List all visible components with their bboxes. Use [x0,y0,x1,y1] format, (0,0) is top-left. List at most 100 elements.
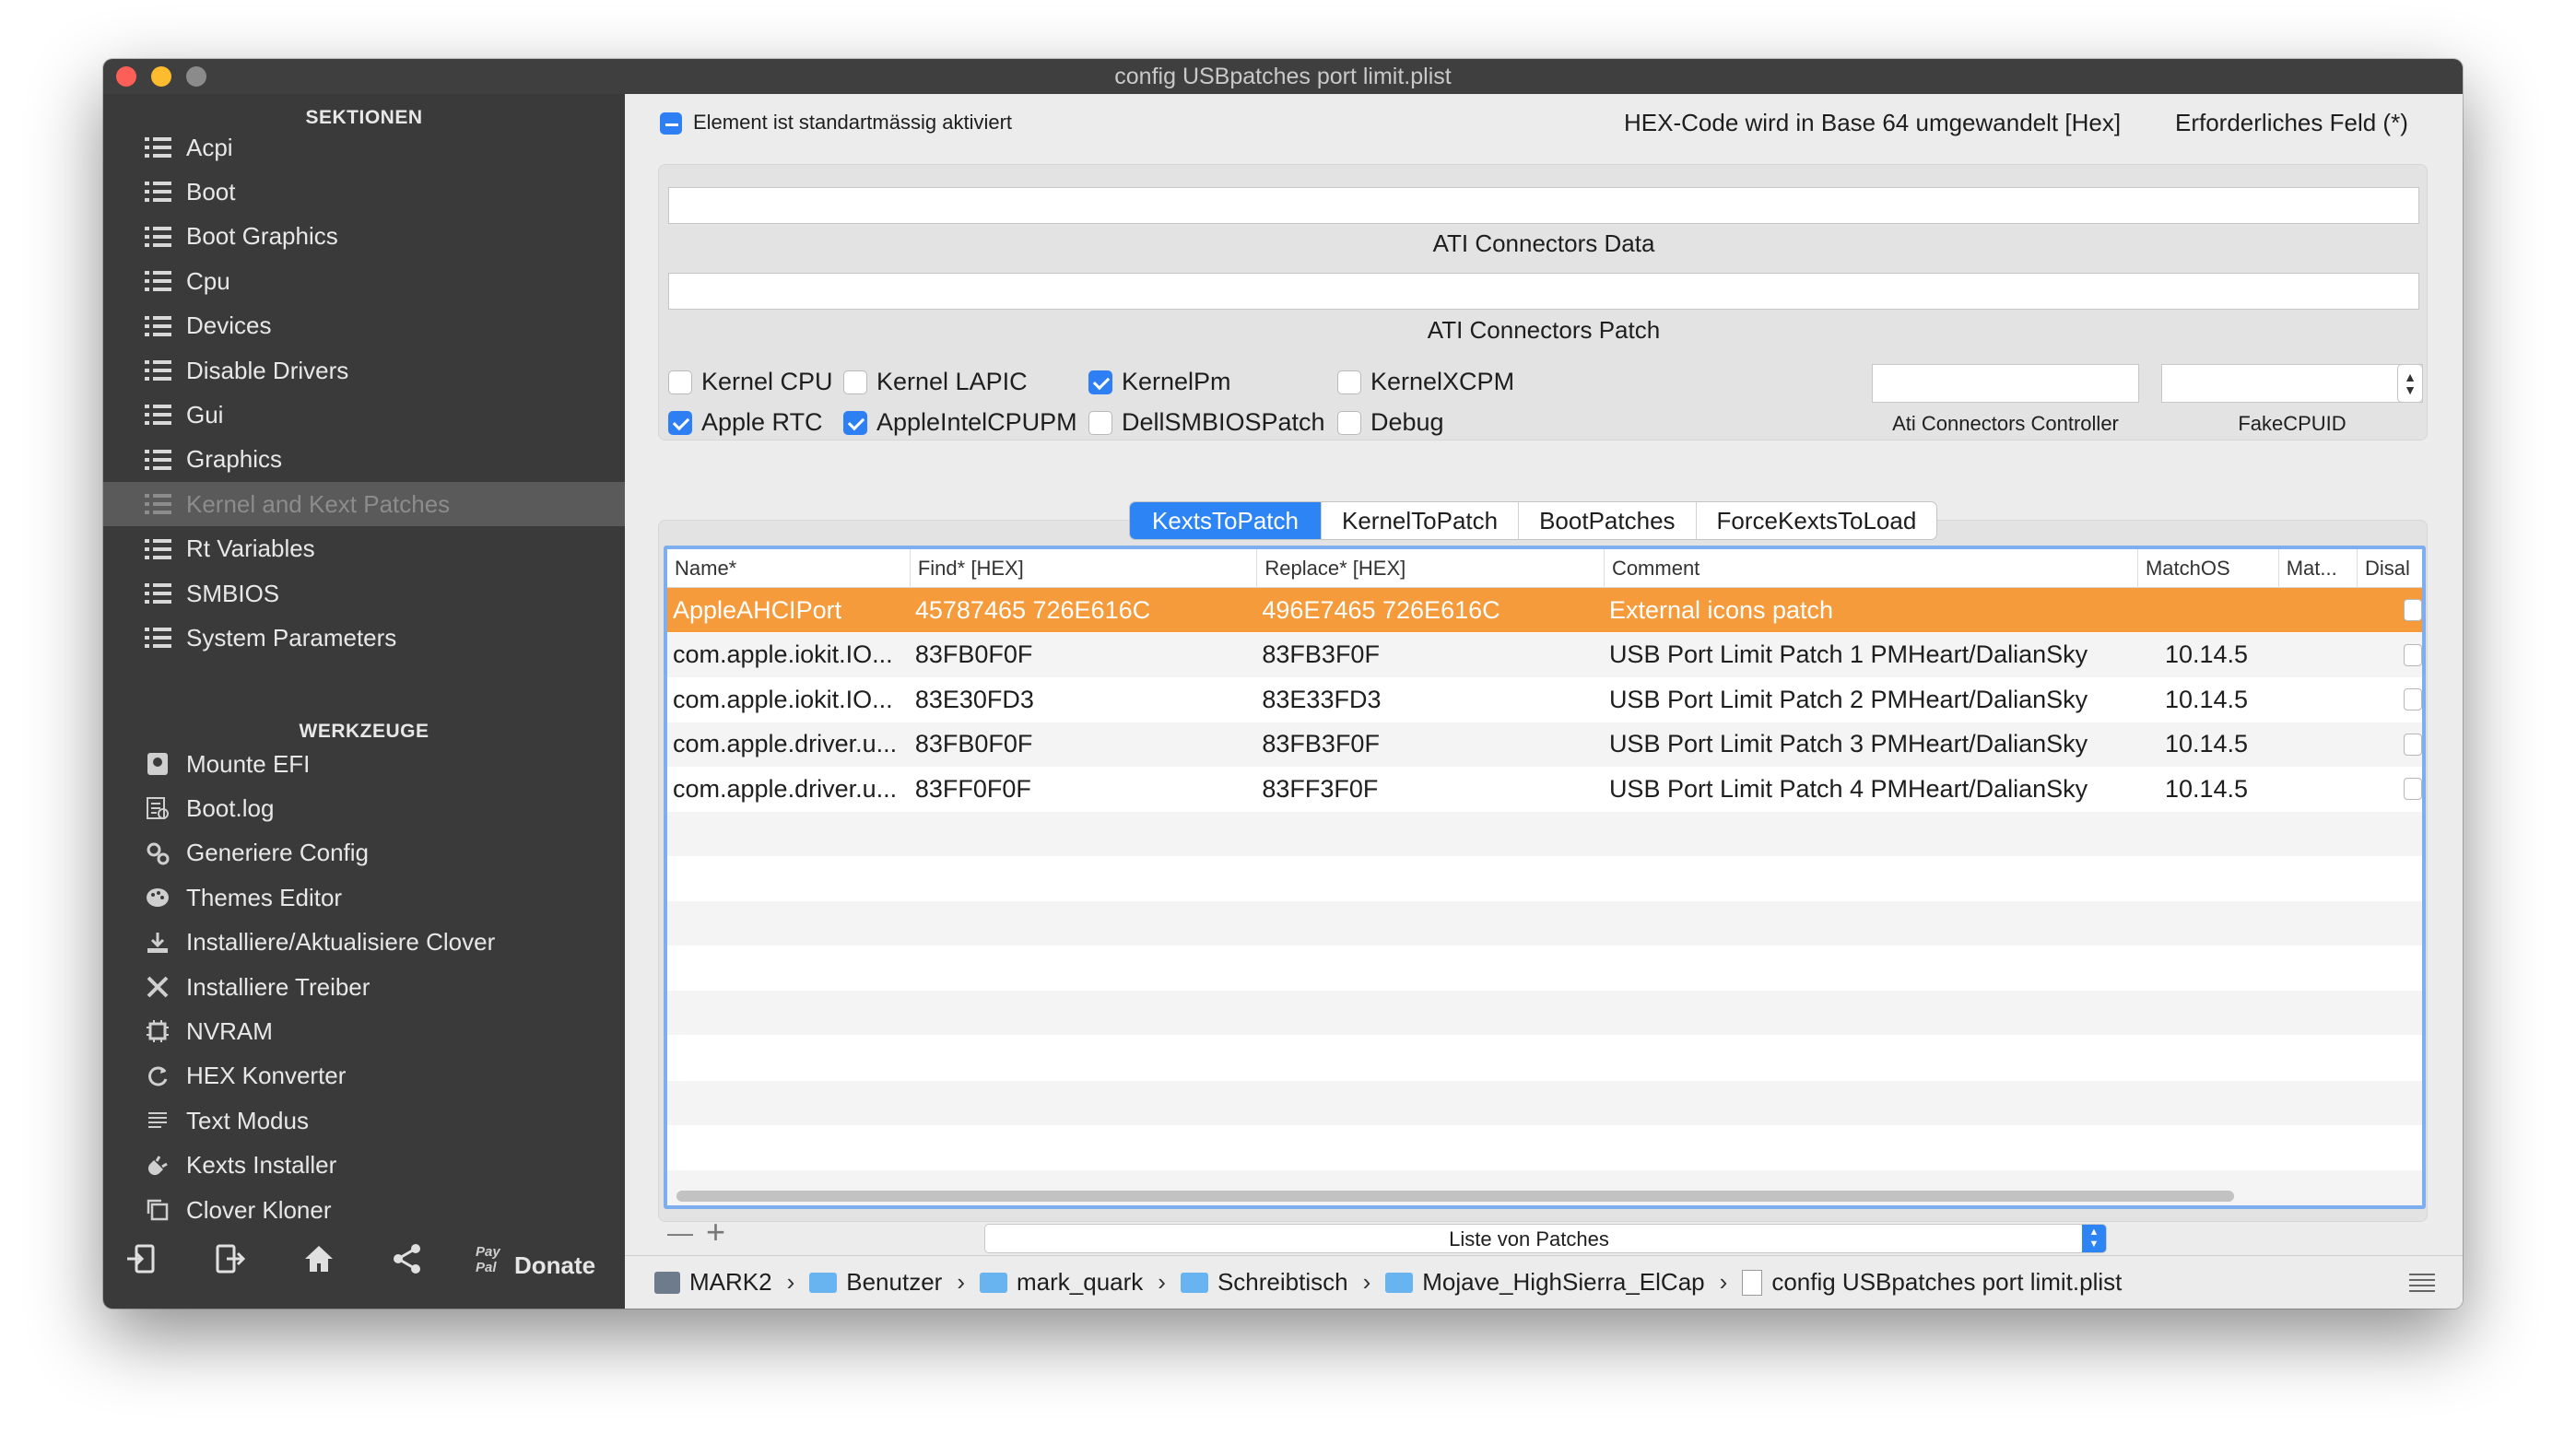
tool-item-label: Generiere Config [186,839,369,867]
horizontal-scrollbar[interactable] [676,1191,2234,1202]
sidebar-item-devices[interactable]: Devices [103,304,625,348]
disable-checkbox[interactable] [2404,599,2422,621]
path-segment-label: Benutzer [846,1268,943,1296]
path-segment[interactable]: MARK2 [654,1268,772,1297]
tool-item-installiere-aktualisiere-clover[interactable]: Installiere/Aktualisiere Clover [103,921,625,965]
tab-forcekextstoload[interactable]: ForceKextsToLoad [1695,502,1937,539]
checkbox-box[interactable] [843,410,867,435]
table-row[interactable]: com.apple.iokit.IO... 83FB0F0F 83FB3F0F USB… [667,632,2422,677]
column-header[interactable]: Name* [667,549,910,588]
checkbox-box[interactable] [1088,370,1112,394]
hex-note: HEX-Code wird in Base 64 umgewandelt [He… [1624,109,2122,136]
close-button[interactable] [116,66,136,87]
column-header[interactable]: MatchOS [2136,549,2278,588]
sidebar-item-gui[interactable]: Gui [103,393,625,437]
checkbox-box[interactable] [1088,410,1112,435]
tool-item-boot-log[interactable]: Boot.log [103,786,625,830]
disable-checkbox[interactable] [2404,643,2422,666]
patch-list-select[interactable]: Liste von Patches ▲ ▼ [984,1224,2107,1253]
path-segment[interactable]: Schreibtisch [1180,1268,1348,1297]
path-segment[interactable]: Mojave_HighSierra_ElCap [1385,1268,1705,1297]
checkbox-kernel-cpu[interactable]: Kernel CPU [668,368,833,396]
sidebar-item-kernel-and-kext-patches[interactable]: Kernel and Kext Patches [103,482,625,527]
fakecpuid-stepper[interactable]: ▲ ▼ [2397,364,2423,403]
ati-connectors-controller-input[interactable] [1872,364,2139,403]
sidebar-item-acpi[interactable]: Acpi [103,125,625,170]
sidebar-item-disable-drivers[interactable]: Disable Drivers [103,348,625,393]
tool-item-hex-konverter[interactable]: HEX Konverter [103,1054,625,1098]
checkbox-kernelxcpm[interactable]: KernelXCPM [1337,368,1514,396]
tool-item-nvram[interactable]: NVRAM [103,1009,625,1053]
tool-item-mounte-efi[interactable]: Mounte EFI [103,742,625,786]
column-header[interactable]: Mat... [2277,549,2357,588]
table-row[interactable]: com.apple.driver.u... 83FF0F0F 83FF3F0F USB… [667,767,2422,811]
home-icon[interactable] [302,1242,335,1284]
tool-item-text-modus[interactable]: Text Modus [103,1098,625,1143]
download-icon [142,929,173,957]
path-segment[interactable]: Benutzer [809,1268,942,1297]
column-header[interactable]: Comment [1603,549,2137,588]
checkbox-debug[interactable]: Debug [1337,408,1444,437]
window-title: config USBpatches port limit.plist [1114,63,1452,89]
sidebar-item-cpu[interactable]: Cpu [103,259,625,303]
sidebar-item-boot[interactable]: Boot [103,170,625,214]
fakecpuid-label: FakeCPUID [2238,412,2346,435]
sidebar-item-graphics[interactable]: Graphics [103,438,625,482]
tab-kextstopatch[interactable]: KextsToPatch [1130,502,1321,539]
checkbox-box[interactable] [1337,410,1361,435]
share-icon[interactable] [391,1242,424,1284]
add-button[interactable]: + [706,1213,725,1251]
checkbox-box[interactable] [1337,370,1361,394]
checkbox-apple-rtc[interactable]: Apple RTC [668,408,823,437]
tab-kerneltopatch[interactable]: KernelToPatch [1320,502,1518,539]
disk-icon [142,750,173,778]
chevron-down-icon: ▼ [2404,382,2417,397]
cell-name: com.apple.driver.u... [673,730,898,758]
checkbox-appleintelcpupm[interactable]: AppleIntelCPUPM [843,408,1077,437]
disable-checkbox[interactable] [2404,688,2422,711]
disable-checkbox[interactable] [2404,733,2422,756]
sidebar-item-smbios[interactable]: SMBIOS [103,571,625,616]
patch-list-select-label: Liste von Patches [1449,1227,1609,1251]
paypal-icon[interactable]: Pay Pal [476,1244,512,1275]
donate-button[interactable]: Donate [514,1251,595,1280]
minimize-button[interactable] [151,66,171,87]
path-bar-menu-icon[interactable] [2409,1274,2435,1292]
chevron-right-icon: › [1719,1268,1728,1296]
ati-connectors-patch-input[interactable] [668,273,2419,310]
import-icon[interactable] [125,1242,159,1284]
disable-checkbox[interactable] [2404,778,2422,801]
tool-item-installiere-treiber[interactable]: Installiere Treiber [103,965,625,1009]
table-row[interactable]: com.apple.driver.u... 83FB0F0F 83FB3F0F USB… [667,722,2422,767]
zoom-button[interactable] [186,66,206,87]
checkbox-kernel-lapic[interactable]: Kernel LAPIC [843,368,1028,396]
column-header[interactable]: Find* [HEX] [909,549,1257,588]
sidebar-item-system-parameters[interactable]: System Parameters [103,616,625,660]
tool-item-themes-editor[interactable]: Themes Editor [103,875,625,920]
sidebar-item-boot-graphics[interactable]: Boot Graphics [103,215,625,259]
table-row[interactable]: AppleAHCIPort 45787465 726E616C 496E7465 7… [667,588,2422,632]
default-enabled-checkbox[interactable] [660,112,682,135]
column-header[interactable]: Disal [2356,549,2422,588]
checkbox-kernelpm[interactable]: KernelPm [1088,368,1231,396]
checkbox-box[interactable] [668,410,692,435]
tools-header: WERKZEUGE [299,721,429,742]
checkbox-dellsmbiospatch[interactable]: DellSMBIOSPatch [1088,408,1325,437]
remove-button[interactable]: — [667,1218,693,1248]
export-icon[interactable] [214,1242,247,1284]
chip-icon [142,1017,173,1045]
tool-item-kexts-installer[interactable]: Kexts Installer [103,1144,625,1188]
path-segment[interactable]: mark_quark [980,1268,1143,1297]
checkbox-box[interactable] [668,370,692,394]
sidebar-item-rt-variables[interactable]: Rt Variables [103,527,625,571]
table-row[interactable]: com.apple.iokit.IO... 83E30FD3 83E33FD3 USB… [667,677,2422,722]
main-content: Element ist standartmässig aktiviert HEX… [625,94,2463,1309]
fakecpuid-input[interactable] [2161,364,2423,403]
column-header[interactable]: Replace* [HEX] [1256,549,1604,588]
ati-connectors-data-input[interactable] [668,187,2419,224]
path-segment[interactable]: config USBpatches port limit.plist [1742,1268,2122,1297]
checkbox-box[interactable] [843,370,867,394]
tool-item-generiere-config[interactable]: Generiere Config [103,831,625,875]
sidebar-item-label: Kernel and Kext Patches [186,489,451,518]
tab-bootpatches[interactable]: BootPatches [1518,502,1695,539]
